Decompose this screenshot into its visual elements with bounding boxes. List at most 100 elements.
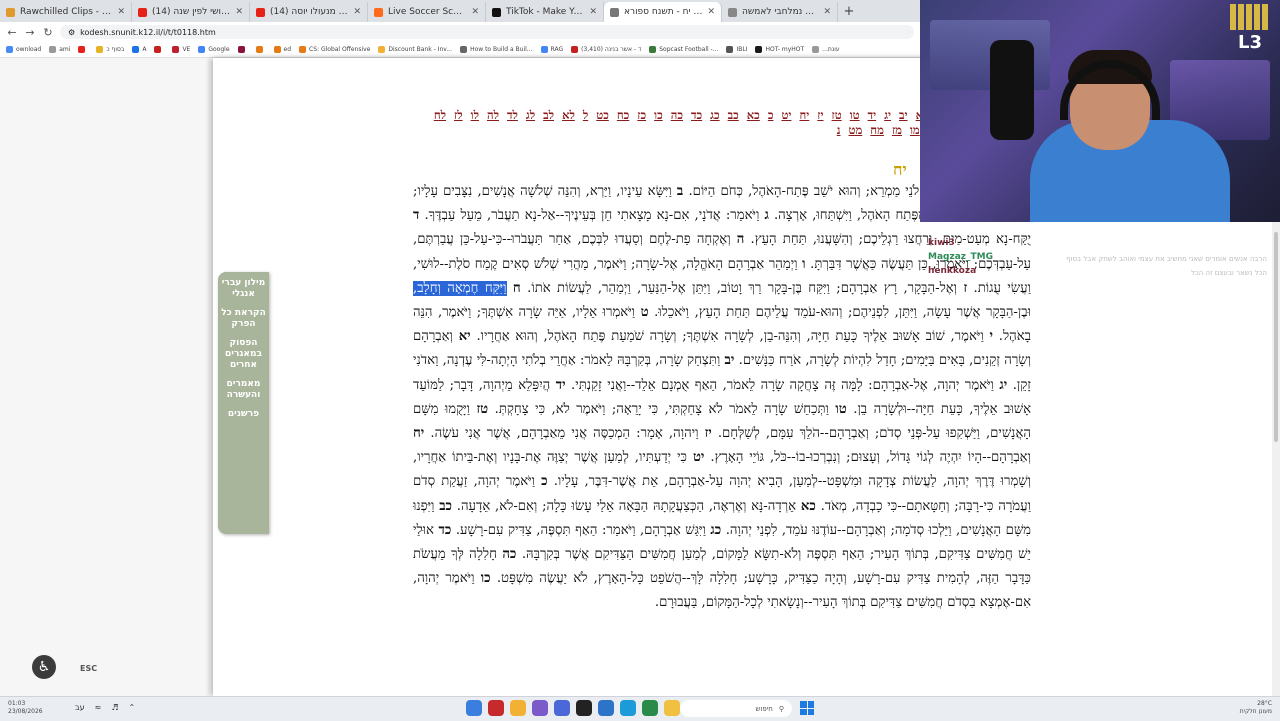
app-icon[interactable] bbox=[576, 700, 592, 716]
volume-icon[interactable]: ♬ bbox=[111, 703, 118, 712]
bookmark-item[interactable]: IBLI bbox=[726, 46, 747, 53]
app-icon[interactable] bbox=[598, 700, 614, 716]
chapter-link[interactable]: כד bbox=[691, 108, 702, 122]
chapter-link[interactable]: טז bbox=[832, 108, 842, 122]
chapter-link[interactable]: מט bbox=[849, 123, 863, 137]
chapter-link[interactable]: יח bbox=[799, 108, 809, 122]
scrollbar-thumb[interactable] bbox=[1274, 232, 1278, 442]
chapter-link[interactable]: טו bbox=[850, 108, 860, 122]
side-menu-item[interactable]: מילון עברי אנגלי bbox=[218, 278, 269, 300]
esc-label[interactable]: ESC bbox=[80, 664, 97, 673]
tab-close-icon[interactable]: ✕ bbox=[117, 7, 125, 17]
accessibility-icon[interactable]: ♿ bbox=[32, 655, 56, 679]
chapter-link[interactable]: יז bbox=[817, 108, 823, 122]
chapter-link[interactable]: כה bbox=[671, 108, 683, 122]
chapter-link[interactable]: יד bbox=[868, 108, 877, 122]
tab-close-icon[interactable]: ✕ bbox=[235, 7, 243, 17]
browser-tab[interactable]: ה היבשת נמלחבי לאמשה ✕ bbox=[722, 2, 838, 22]
chapter-link[interactable]: כט bbox=[596, 108, 609, 122]
browser-tab[interactable]: Live Soccer Scores, Fixtures, Re ✕ bbox=[368, 2, 486, 22]
side-menu-item[interactable]: פרשנים bbox=[218, 409, 269, 420]
chapter-link[interactable]: ל bbox=[583, 108, 588, 122]
language-indicator[interactable]: עב bbox=[75, 703, 85, 712]
tab-close-icon[interactable]: ✕ bbox=[823, 7, 831, 17]
tab-close-icon[interactable]: ✕ bbox=[707, 7, 715, 17]
bookmark-item[interactable]: בסוף כ bbox=[96, 46, 124, 53]
browser-tab[interactable]: (14) אתרא לשכרון מנעולו יוסה ✕ bbox=[250, 2, 368, 22]
chapter-link[interactable]: יב bbox=[899, 108, 908, 122]
site-info-icon[interactable]: ⚙ bbox=[68, 28, 75, 37]
chrome-icon[interactable] bbox=[510, 700, 526, 716]
wifi-icon[interactable]: ≈ bbox=[95, 703, 102, 712]
chapter-link[interactable]: כב bbox=[728, 108, 739, 122]
chapter-link[interactable]: לא bbox=[562, 108, 575, 122]
edge-icon[interactable] bbox=[620, 700, 636, 716]
app-icon[interactable] bbox=[554, 700, 570, 716]
bookmark-item[interactable] bbox=[154, 46, 164, 53]
bookmark-item[interactable]: ownload bbox=[6, 46, 41, 53]
windows-start-icon[interactable] bbox=[800, 701, 814, 715]
bookmark-item[interactable] bbox=[237, 46, 248, 53]
chapter-link[interactable]: כא bbox=[747, 108, 760, 122]
side-menu-item[interactable]: מאמרים והעשרה bbox=[218, 379, 269, 401]
chapter-link[interactable]: לב bbox=[543, 108, 554, 122]
bookmark-label: How to Build a Buil... bbox=[470, 46, 533, 53]
chapter-link[interactable]: כ bbox=[768, 108, 774, 122]
new-tab-button[interactable]: + bbox=[838, 2, 860, 22]
chapter-link[interactable]: כו bbox=[654, 108, 663, 122]
bookmark-item[interactable]: How to Build a Buil... bbox=[460, 46, 533, 53]
browser-tab[interactable]: Rawchilled Clips - Watch Live ✕ bbox=[0, 2, 132, 22]
app-icon[interactable] bbox=[488, 700, 504, 716]
bookmark-item[interactable]: ed bbox=[273, 46, 291, 53]
side-menu-item[interactable]: הקראת כל הפרק bbox=[218, 308, 269, 330]
bookmark-item[interactable]: Sopcast Football -... bbox=[649, 46, 718, 53]
bookmark-item[interactable] bbox=[78, 46, 88, 53]
chevron-up-icon[interactable]: ⌃ bbox=[129, 703, 136, 712]
bookmark-item[interactable] bbox=[255, 46, 266, 53]
browser-tab[interactable]: (14) ספר כבוד - חבושי לפין שנה ✕ bbox=[132, 2, 250, 22]
bookmark-item[interactable]: HOT- myHOT bbox=[755, 46, 804, 53]
weather-widget[interactable]: 28°C מעונן חלקית bbox=[1206, 700, 1272, 716]
chapter-link[interactable]: יג bbox=[884, 108, 891, 122]
reload-icon[interactable]: ↻ bbox=[42, 26, 54, 39]
bookmark-item[interactable]: A bbox=[132, 46, 146, 53]
chapter-link[interactable]: כז bbox=[637, 108, 646, 122]
chapter-link[interactable]: לג bbox=[526, 108, 535, 122]
chapter-link[interactable]: לה bbox=[487, 108, 499, 122]
bookmark-item[interactable]: Discount Bank - Inv... bbox=[378, 46, 452, 53]
back-icon[interactable]: ← bbox=[6, 26, 18, 39]
forward-icon[interactable]: → bbox=[24, 26, 36, 39]
bookmark-item[interactable]: ami bbox=[49, 46, 70, 53]
bookmark-item[interactable]: RAG bbox=[540, 46, 563, 53]
app-icon[interactable] bbox=[642, 700, 658, 716]
browser-tab[interactable]: TikTok - Make Your Day ✕ bbox=[486, 2, 604, 22]
chapter-link[interactable]: לח bbox=[434, 108, 446, 122]
app-icon[interactable] bbox=[532, 700, 548, 716]
tab-close-icon[interactable]: ✕ bbox=[589, 7, 597, 17]
chapter-link[interactable]: לד bbox=[507, 108, 518, 122]
tab-close-icon[interactable]: ✕ bbox=[353, 7, 361, 17]
bookmark-item[interactable]: CS: Global Offensive bbox=[299, 46, 370, 53]
chapter-link[interactable]: מז bbox=[892, 123, 902, 137]
bookmark-item[interactable]: (3,410) ד - אשר בנינה bbox=[571, 46, 641, 53]
browser-tab[interactable]: בראשית פרק יח - תשנח ספורא ✕ bbox=[604, 2, 722, 22]
tab-close-icon[interactable]: ✕ bbox=[471, 7, 479, 17]
file-explorer-icon[interactable] bbox=[664, 700, 680, 716]
chapter-link[interactable]: מח bbox=[870, 123, 884, 137]
side-menu-item[interactable]: הפסוק במאגרים אחרים bbox=[218, 338, 269, 371]
chapter-link[interactable]: לז bbox=[454, 108, 463, 122]
app-icon[interactable] bbox=[466, 700, 482, 716]
chapter-link[interactable]: לו bbox=[471, 108, 479, 122]
url-field[interactable]: ⚙ kodesh.snunit.k12.il/i/t/t0118.htm bbox=[60, 25, 914, 39]
url-text: kodesh.snunit.k12.il/i/t/t0118.htm bbox=[80, 27, 216, 37]
taskbar-search[interactable]: חיפוש ⚲ bbox=[680, 700, 792, 717]
chapter-link[interactable]: כג bbox=[710, 108, 719, 122]
chapter-link[interactable]: כח bbox=[617, 108, 629, 122]
chapter-link[interactable]: יט bbox=[781, 108, 791, 122]
bookmarks-bar: ownload ami בסוף כ A VE Google ed CS: Global Of… bbox=[0, 42, 920, 58]
chapter-link[interactable]: מו bbox=[910, 123, 920, 137]
bookmark-item[interactable]: VE bbox=[172, 46, 190, 53]
bookmark-item[interactable]: ...עונת bbox=[812, 46, 840, 53]
chapter-link[interactable]: נ bbox=[837, 123, 841, 137]
bookmark-item[interactable]: Google bbox=[198, 46, 230, 53]
